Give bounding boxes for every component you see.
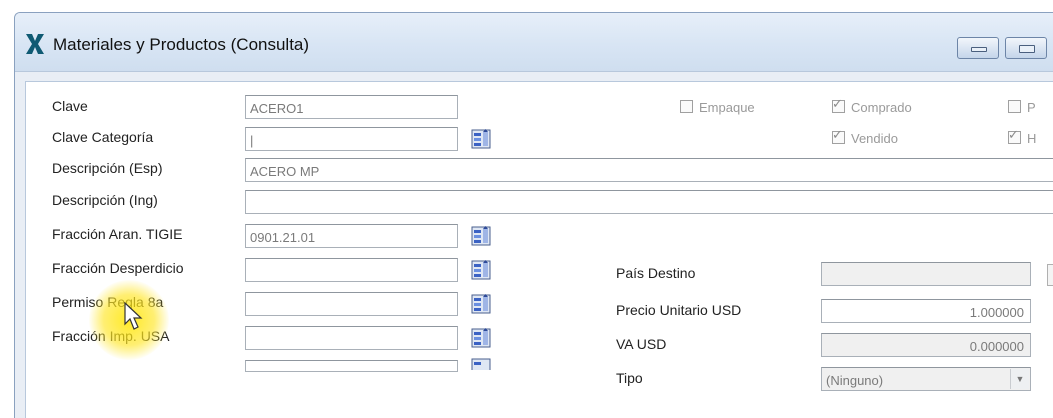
- permiso-regla-label: Permiso Regla 8a: [52, 294, 164, 310]
- vendido-label: Vendido: [851, 131, 898, 146]
- descripcion-esp-field[interactable]: ACERO MP: [245, 158, 1053, 182]
- clave-field[interactable]: ACERO1: [245, 95, 458, 119]
- comprado-label: Comprado: [851, 100, 912, 115]
- vendido-checkbox[interactable]: ✓ Vendido: [832, 127, 898, 146]
- tipo-label: Tipo: [616, 370, 643, 386]
- form-panel: Clave ACERO1 Clave Categoría | Descripci…: [25, 81, 1053, 418]
- h-box[interactable]: ✓: [1008, 127, 1021, 144]
- vendido-box[interactable]: ✓: [832, 127, 845, 144]
- tipo-select[interactable]: (Ninguno) ▼: [821, 367, 1031, 391]
- precio-unitario-field[interactable]: 1.000000: [821, 299, 1031, 323]
- comprado-checkbox[interactable]: ✓ Comprado: [832, 96, 912, 115]
- fraccion-tigie-label: Fracción Aran. TIGIE: [52, 226, 183, 242]
- restore-icon: [1019, 45, 1035, 53]
- descripcion-esp-label: Descripción (Esp): [52, 160, 163, 176]
- tipo-value: (Ninguno): [826, 373, 884, 388]
- fraccion-desperdicio-field[interactable]: [245, 258, 458, 282]
- p-checkbox[interactable]: P: [1008, 100, 1036, 115]
- title-bar[interactable]: Materiales y Productos (Consulta): [15, 13, 1053, 72]
- next-row-lookup-icon[interactable]: [471, 358, 491, 370]
- fraccion-desperdicio-lookup-icon[interactable]: [471, 260, 491, 280]
- minimize-icon: [971, 47, 987, 52]
- permiso-regla-lookup-icon[interactable]: [471, 294, 491, 314]
- h-label: H: [1027, 131, 1037, 146]
- pais-destino-field[interactable]: [821, 262, 1031, 286]
- restore-button[interactable]: [1005, 37, 1047, 59]
- p-box[interactable]: [1008, 100, 1021, 113]
- empaque-box[interactable]: [680, 100, 693, 113]
- clave-label: Clave: [52, 98, 88, 114]
- mouse-cursor-icon: [124, 302, 143, 330]
- clave-categoria-label: Clave Categoría: [52, 129, 154, 145]
- check-icon: ✓: [1008, 127, 1019, 142]
- minimize-button[interactable]: [957, 37, 999, 59]
- precio-unitario-label: Precio Unitario USD: [616, 302, 742, 318]
- pais-destino-lookup-partial[interactable]: [1047, 264, 1053, 286]
- fraccion-tigie-field[interactable]: 0901.21.01: [245, 224, 458, 248]
- clave-categoria-field[interactable]: |: [245, 127, 458, 151]
- pais-destino-label: País Destino: [616, 265, 696, 281]
- empaque-label: Empaque: [699, 100, 755, 115]
- va-usd-field[interactable]: 0.000000: [821, 333, 1031, 357]
- clave-categoria-lookup-icon[interactable]: [471, 129, 491, 149]
- main-window: Materiales y Productos (Consulta) Clave …: [14, 12, 1053, 418]
- window-title: Materiales y Productos (Consulta): [53, 35, 310, 54]
- fraccion-usa-label: Fracción Imp. USA: [52, 328, 170, 344]
- fraccion-usa-field[interactable]: [245, 326, 458, 350]
- fraccion-usa-lookup-icon[interactable]: [471, 328, 491, 348]
- chevron-down-icon[interactable]: ▼: [1010, 369, 1029, 389]
- check-icon: ✓: [832, 127, 843, 142]
- fraccion-desperdicio-label: Fracción Desperdicio: [52, 260, 184, 276]
- descripcion-ing-field[interactable]: [245, 190, 1053, 214]
- va-usd-label: VA USD: [616, 336, 667, 352]
- app-x-logo-icon: [26, 34, 44, 54]
- check-icon: ✓: [832, 96, 843, 111]
- next-row-field[interactable]: [245, 360, 458, 372]
- fraccion-tigie-lookup-icon[interactable]: [471, 226, 491, 246]
- comprado-box[interactable]: ✓: [832, 96, 845, 113]
- empaque-checkbox[interactable]: Empaque: [680, 100, 755, 115]
- p-label: P: [1027, 100, 1036, 115]
- permiso-regla-field[interactable]: [245, 292, 458, 316]
- h-checkbox[interactable]: ✓ H: [1008, 127, 1037, 146]
- descripcion-ing-label: Descripción (Ing): [52, 192, 158, 208]
